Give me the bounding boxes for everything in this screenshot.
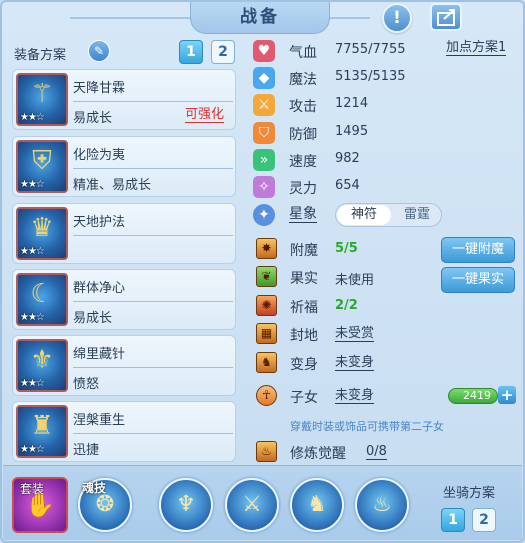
spirit-icon: ✧	[253, 176, 275, 198]
window-title: 战备	[190, 2, 330, 34]
enchant-icon: ✸	[256, 238, 277, 259]
blessing-label: 祈福	[290, 300, 318, 316]
skill-slot-4[interactable]: ♨	[355, 478, 409, 532]
equip-divider	[73, 433, 233, 434]
boots-icon: ♜ ★★☆	[16, 405, 68, 458]
enhance-link[interactable]: 可强化	[185, 107, 225, 123]
pencil-icon: ✎	[93, 44, 105, 58]
equip-name: 天降甘霖	[73, 81, 126, 96]
stat-attack: ⚔ 攻击 1214	[253, 94, 523, 116]
transform-label: 变身	[290, 357, 318, 373]
fief-value[interactable]: 未受赏	[335, 326, 375, 342]
share-button[interactable]	[430, 3, 462, 31]
equip-card-helmet[interactable]: ♛ ★★☆ 天地护法	[12, 203, 236, 264]
warrior-icon: ♞	[307, 492, 327, 517]
child-label: 子女	[290, 390, 318, 406]
equip-divider	[73, 367, 233, 368]
equip-trait: 精准、易成长	[73, 178, 152, 193]
equip-name: 天地护法	[73, 215, 126, 230]
suit-label: 套装	[20, 482, 45, 496]
fruit-label: 果实	[290, 271, 318, 287]
heart-icon: ♥	[253, 40, 275, 62]
stat-mp: ◆ 魔法 5135/5135	[253, 67, 523, 89]
equip-card-necklace[interactable]: ☾ ★★☆ 群体净心 易成长	[12, 269, 236, 330]
share-icon	[437, 9, 455, 26]
awaken-label: 修炼觉醒	[290, 446, 346, 462]
mount-scheme-tab-1[interactable]: 1	[441, 508, 465, 532]
equip-divider	[73, 235, 233, 236]
fruit-value: 未使用	[335, 273, 375, 288]
enchant-label: 附魔	[290, 243, 318, 259]
necklace-icon: ☾ ★★☆	[16, 273, 68, 326]
equip-divider	[73, 168, 233, 169]
title-divider-right	[330, 17, 370, 19]
one-click-fruit-button[interactable]: 一键果实	[441, 267, 515, 293]
toggle-option-leiting[interactable]: 雷霆	[394, 205, 440, 225]
equip-divider	[73, 301, 233, 302]
equip-trait: 易成长	[73, 111, 113, 126]
title-divider-left	[70, 17, 190, 19]
blessing-icon: ✺	[256, 295, 277, 316]
child-value[interactable]: 未变身	[335, 388, 375, 404]
shield-icon: ⛉	[253, 122, 275, 144]
enchant-value: 5/5	[335, 241, 358, 256]
transform-value[interactable]: 未变身	[335, 355, 375, 371]
equip-scheme-tab-1[interactable]: 1	[179, 40, 203, 64]
toggle-option-shenfu[interactable]: 神符	[337, 205, 391, 225]
stat-defense: ⛉ 防御 1495	[253, 122, 523, 144]
fief-label: 封地	[290, 328, 318, 344]
equip-card-weapon[interactable]: ⚚ ★★☆ 天降甘霖 易成长 可强化	[12, 69, 236, 130]
equip-name: 化险为夷	[73, 148, 126, 163]
skill-slot-2[interactable]: ⚔	[225, 478, 279, 532]
stat-speed: » 速度 982	[253, 149, 523, 171]
transform-icon: ♞	[256, 352, 277, 373]
equip-scheme-tab-2[interactable]: 2	[211, 40, 235, 64]
belt-icon: ⚜ ★★☆	[16, 339, 68, 392]
attack-icon: ⚔	[253, 94, 275, 116]
mount-scheme-label: 坐骑方案	[443, 486, 496, 501]
speed-icon: »	[253, 149, 275, 171]
xingxiang-toggle[interactable]: 神符 雷霆	[335, 203, 442, 227]
equip-trait: 易成长	[73, 311, 113, 326]
fief-icon: ▦	[256, 323, 277, 344]
blade-icon: ⚔	[242, 492, 262, 517]
equip-trait: 迅捷	[73, 443, 100, 458]
flame-icon: ♨	[372, 492, 392, 517]
armor-icon: ⛨ ★★☆	[16, 140, 68, 193]
awaken-icon: ♨	[256, 441, 277, 462]
equip-card-boots[interactable]: ♜ ★★☆ 涅槃重生 迅捷	[12, 401, 236, 462]
child-icon: ☥	[256, 385, 277, 406]
add-point-scheme-link[interactable]: 加点方案1	[446, 40, 507, 56]
stat-spirit: ✧ 灵力 654	[253, 176, 523, 198]
awaken-value[interactable]: 0/8	[366, 444, 387, 460]
equip-scheme-label: 装备方案	[14, 48, 67, 63]
star-icon: ✦	[253, 204, 275, 226]
help-icon[interactable]: !	[382, 3, 412, 33]
scepter-icon: ⚚ ★★☆	[16, 73, 68, 126]
figure-icon: ♆	[176, 492, 196, 517]
diamond-icon: ◆	[253, 67, 275, 89]
child-hint-text: 穿戴时装或饰品可携带第二子女	[290, 420, 444, 433]
helmet-icon: ♛ ★★☆	[16, 207, 68, 260]
equip-name: 群体净心	[73, 281, 126, 296]
soul-skill-label: 魂技	[82, 481, 107, 495]
mount-scheme-tab-2[interactable]: 2	[472, 508, 496, 532]
equip-name: 绵里藏针	[73, 347, 126, 362]
skill-slot-1[interactable]: ♆	[159, 478, 213, 532]
equip-name: 涅槃重生	[73, 413, 126, 428]
fruit-icon: ❦	[256, 266, 277, 287]
one-click-enchant-button[interactable]: 一键附魔	[441, 237, 515, 263]
add-child-button[interactable]: +	[498, 386, 516, 404]
equip-divider	[73, 101, 233, 102]
equip-trait: 愤怒	[73, 377, 100, 392]
edit-scheme-button[interactable]: ✎	[88, 40, 110, 62]
skill-slot-3[interactable]: ♞	[290, 478, 344, 532]
equip-card-armor[interactable]: ⛨ ★★☆ 化险为夷 精准、易成长	[12, 136, 236, 197]
blessing-value: 2/2	[335, 298, 358, 313]
child-exp-bar: 2419	[448, 388, 498, 404]
equip-card-belt[interactable]: ⚜ ★★☆ 绵里藏针 愤怒	[12, 335, 236, 396]
